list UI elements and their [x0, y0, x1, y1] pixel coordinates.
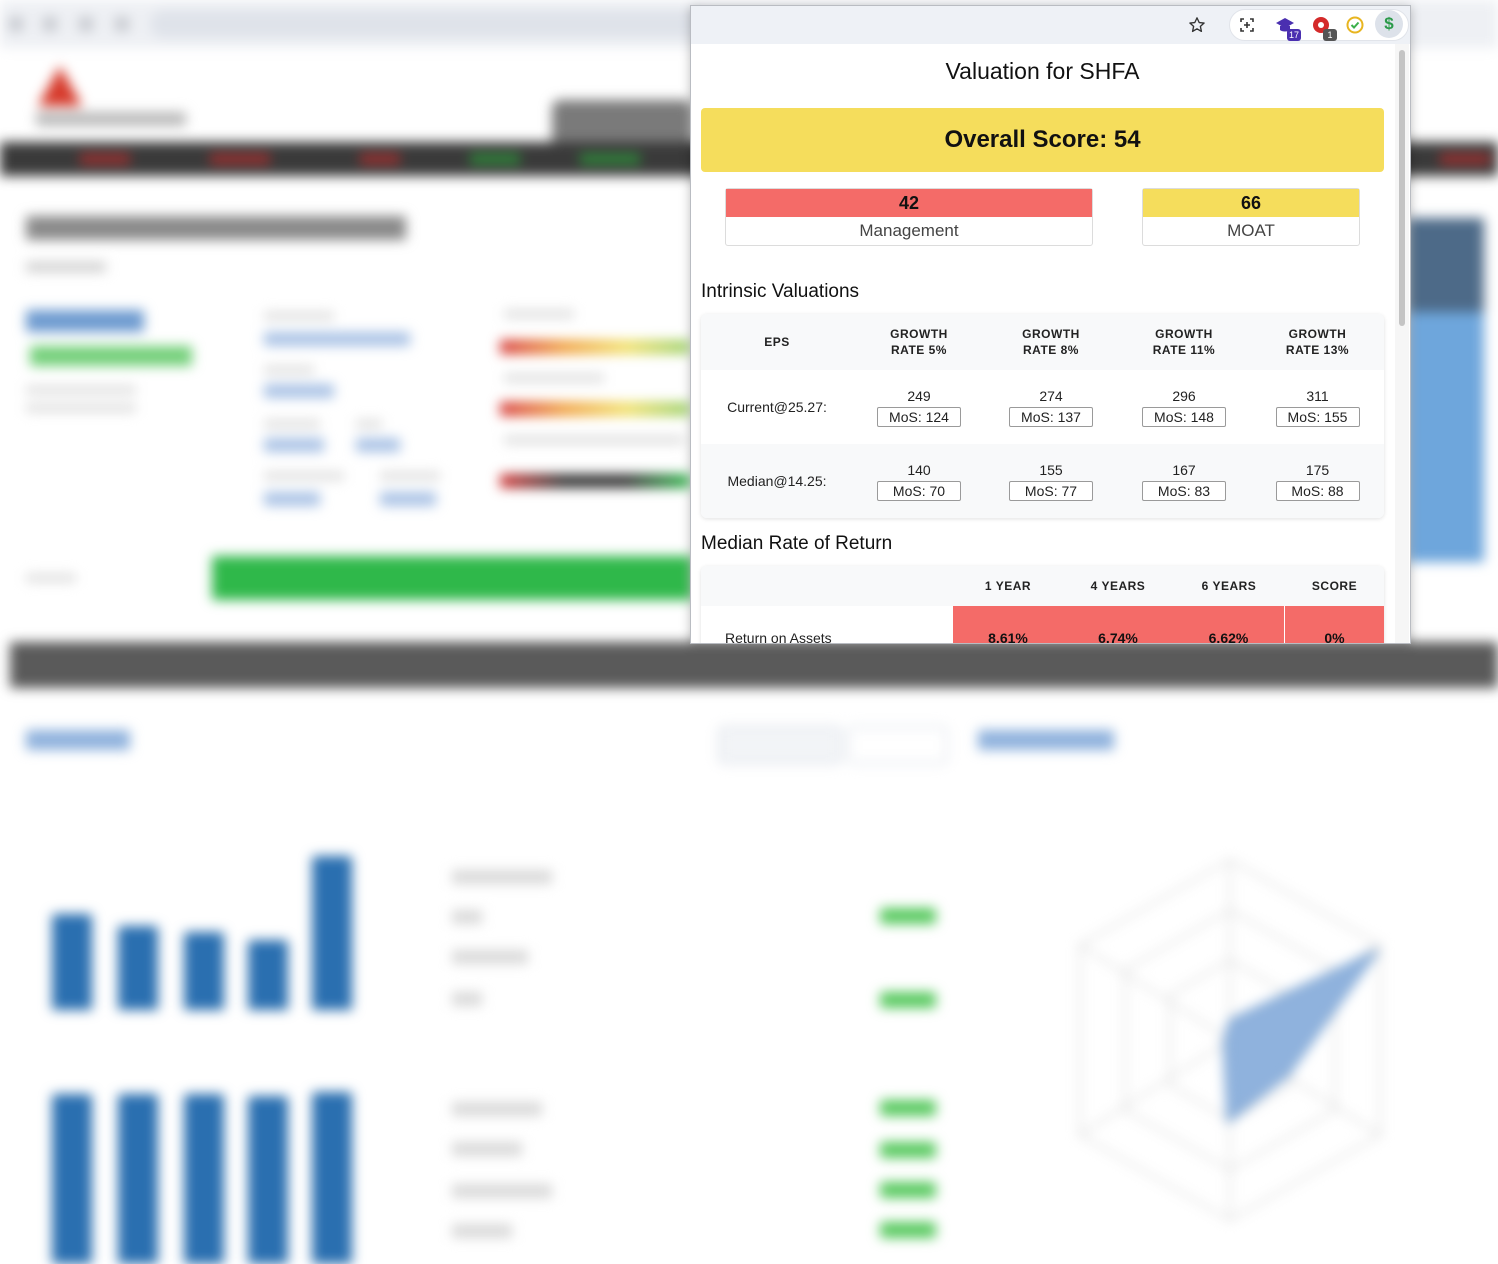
ror-score: 0% — [1285, 606, 1384, 643]
address-bar[interactable] — [150, 10, 710, 38]
mos-badge: MoS: 83 — [1142, 480, 1226, 501]
valuation-cell: 296 MoS: 148 — [1117, 388, 1251, 427]
mos-badge: MoS: 70 — [877, 480, 961, 501]
reload-icon — [78, 16, 94, 32]
row-label: Current@25.27: — [727, 399, 827, 415]
col-1-year: 1 YEAR — [984, 579, 1032, 593]
mos-badge: MoS: 137 — [1009, 406, 1093, 427]
col-4-years: 4 YEARS — [1090, 579, 1146, 593]
extension-red-icon[interactable]: 1 — [1311, 15, 1337, 41]
screenshot-icon[interactable] — [1237, 15, 1257, 35]
valuation-cell: 311 MoS: 155 — [1251, 388, 1384, 427]
valuation-value: 274 — [1039, 387, 1063, 404]
row-label: Return on Assets — [725, 630, 832, 644]
valuation-cell: 140 MoS: 70 — [853, 462, 985, 501]
company-subtitle — [26, 262, 106, 272]
price — [26, 310, 144, 332]
graduation-badge: 17 — [1286, 29, 1301, 41]
scrollbar-thumb[interactable] — [1399, 50, 1405, 326]
ror-table: 1 YEAR 4 YEARS 6 YEARS SCORE Return on A… — [701, 566, 1384, 644]
ror-heading: Median Rate of Return — [701, 533, 893, 554]
valuation-value: 140 — [907, 461, 931, 478]
ror-value: 6.62% — [1173, 606, 1285, 643]
valuation-value: 249 — [907, 387, 931, 404]
management-label: Management — [859, 221, 959, 240]
valuation-value: 167 — [1172, 461, 1196, 478]
col-score: SCORE — [1311, 579, 1358, 593]
extension-clock-icon[interactable] — [1345, 15, 1365, 35]
section-nav — [10, 642, 1498, 688]
mos-badge: MoS: 148 — [1142, 406, 1226, 427]
mos-badge: MoS: 124 — [877, 406, 961, 427]
valuation-cell: 167 MoS: 83 — [1117, 462, 1251, 501]
valuation-cell: 175 MoS: 88 — [1251, 462, 1384, 501]
moat-label: MOAT — [1227, 221, 1275, 240]
browser-toolbar-overlay: 17 1 $ — [691, 6, 1410, 44]
col-growth-8: GROWTH RATE 8% — [1022, 327, 1080, 357]
annual-toggle[interactable] — [848, 726, 948, 764]
company-title — [26, 216, 406, 240]
back-icon — [8, 16, 24, 32]
forward-icon — [42, 16, 58, 32]
valuation-value: 296 — [1172, 387, 1196, 404]
site-logo — [38, 66, 82, 106]
overall-score: Overall Score: 54 — [701, 108, 1384, 172]
mos-badge: MoS: 155 — [1275, 406, 1360, 427]
table-row: Median@14.25: 140 MoS: 70 155 MoS: 77 167 M… — [701, 444, 1384, 518]
col-growth-5: GROWTH RATE 5% — [890, 327, 948, 357]
extension-dollar-icon[interactable]: $ — [1375, 10, 1403, 38]
popup-content: Valuation for SHFA Overall Score: 54 42 … — [691, 44, 1396, 644]
performance-title — [978, 730, 1114, 750]
star-icon[interactable] — [1187, 15, 1207, 35]
row-label: Median@14.25: — [727, 473, 827, 489]
side-chart — [1408, 218, 1484, 562]
management-score: 42 — [726, 189, 1092, 217]
quarterly-toggle[interactable] — [718, 726, 842, 764]
management-card: 42 Management — [725, 188, 1093, 246]
price-change — [30, 346, 192, 366]
extension-graduation-icon[interactable]: 17 — [1275, 15, 1301, 41]
returns-bar — [212, 556, 692, 600]
intrinsic-header-row: EPS GROWTH RATE 5% GROWTH RATE 8% GROWTH… — [701, 314, 1384, 370]
site-tab — [552, 100, 692, 142]
valuation-value: 311 — [1306, 387, 1329, 404]
col-6-years: 6 YEARS — [1201, 579, 1257, 593]
ror-value: 6.74% — [1063, 606, 1173, 643]
red-badge: 1 — [1323, 29, 1337, 41]
valuation-cell: 274 MoS: 137 — [985, 388, 1117, 427]
valuation-value: 155 — [1039, 461, 1063, 478]
table-row: Current@25.27: 249 MoS: 124 274 MoS: 137 2… — [701, 370, 1384, 444]
popup-scrollbar[interactable] — [1395, 44, 1409, 643]
moat-score: 66 — [1143, 189, 1359, 217]
home-icon — [114, 16, 130, 32]
ror-header-row: 1 YEAR 4 YEARS 6 YEARS SCORE — [701, 566, 1384, 606]
intrinsic-heading: Intrinsic Valuations — [701, 281, 860, 302]
ror-value: 8.61% — [953, 606, 1063, 643]
intrinsic-table: EPS GROWTH RATE 5% GROWTH RATE 8% GROWTH… — [701, 314, 1384, 518]
site-logo-text — [36, 112, 186, 126]
valuation-cell: 249 MoS: 124 — [853, 388, 985, 427]
mos-badge: MoS: 77 — [1009, 480, 1093, 501]
valuation-value: 175 — [1305, 461, 1330, 478]
extension-popup: 17 1 $ Valuation for SHFA Overall Score:… — [690, 5, 1411, 644]
moat-card: 66 MOAT — [1142, 188, 1360, 246]
table-row: Return on Assets 8.61% 6.74% 6.62% 0% — [701, 606, 1384, 644]
col-growth-11: GROWTH RATE 11% — [1152, 327, 1216, 357]
popup-title: Valuation for SHFA — [945, 58, 1140, 84]
col-eps: EPS — [764, 335, 790, 349]
financials-title — [26, 730, 130, 750]
radar-chart — [1079, 858, 1381, 1222]
col-growth-13: GROWTH RATE 13% — [1285, 327, 1350, 357]
valuation-cell: 155 MoS: 77 — [985, 462, 1117, 501]
mos-badge: MoS: 88 — [1275, 480, 1360, 501]
